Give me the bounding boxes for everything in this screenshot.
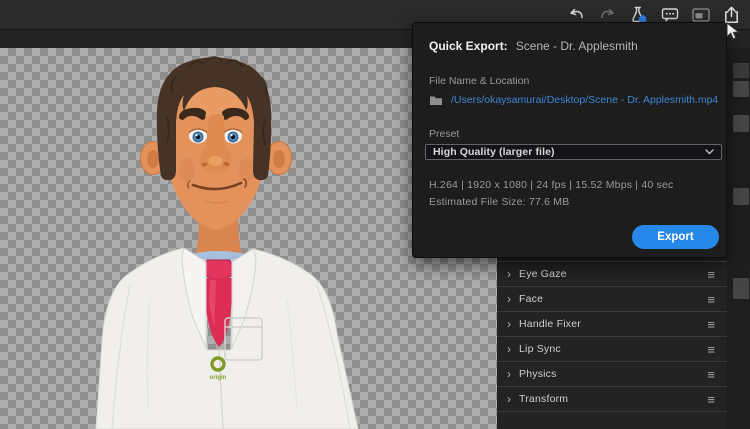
property-row-handle-fixer[interactable]: › Handle Fixer ≡ — [497, 312, 727, 337]
property-label: Handle Fixer — [519, 318, 581, 330]
estimated-file-size: Estimated File Size: 77.6 MB — [429, 196, 570, 208]
strip-block — [733, 63, 749, 78]
file-name-location-label: File Name & Location — [429, 75, 530, 87]
folder-icon — [430, 96, 442, 105]
export-button[interactable]: Export — [632, 225, 719, 249]
menu-lines-icon[interactable]: ≡ — [707, 318, 715, 331]
property-row-transform[interactable]: › Transform ≡ — [497, 387, 727, 412]
property-row-face[interactable]: › Face ≡ — [497, 287, 727, 312]
quick-export-scene-name: Scene - Dr. Applesmith — [515, 39, 638, 53]
preset-dropdown[interactable]: High Quality (larger file) — [425, 144, 722, 160]
quick-export-popup: Quick Export: Scene - Dr. Applesmith Fil… — [412, 22, 727, 258]
chevron-right-icon[interactable]: › — [507, 368, 519, 380]
property-row-physics[interactable]: › Physics ≡ — [497, 362, 727, 387]
menu-lines-icon[interactable]: ≡ — [707, 293, 715, 306]
chevron-right-icon[interactable]: › — [507, 393, 519, 405]
property-label: Lip Sync — [519, 343, 561, 355]
menu-lines-icon[interactable]: ≡ — [707, 368, 715, 381]
property-row-lip-sync[interactable]: › Lip Sync ≡ — [497, 337, 727, 362]
property-label: Face — [519, 293, 544, 305]
right-scroll-strip[interactable] — [727, 48, 750, 429]
strip-block — [733, 278, 749, 299]
strip-block — [733, 188, 749, 205]
chevron-right-icon[interactable]: › — [507, 293, 519, 305]
export-info-line: H.264 | 1920 x 1080 | 24 fps | 15.52 Mbp… — [429, 179, 674, 191]
chevron-right-icon[interactable]: › — [507, 343, 519, 355]
menu-lines-icon[interactable]: ≡ — [707, 343, 715, 356]
chevron-right-icon[interactable]: › — [507, 318, 519, 330]
quick-export-title: Quick Export: — [429, 39, 508, 53]
property-label: Eye Gaze — [519, 268, 567, 280]
strip-block — [733, 81, 749, 97]
property-row-eye-gaze[interactable]: › Eye Gaze ≡ — [497, 262, 727, 287]
menu-lines-icon[interactable]: ≡ — [707, 393, 715, 406]
chevron-down-icon — [705, 149, 714, 155]
file-path-row[interactable]: /Users/okaysamurai/Desktop/Scene - Dr. A… — [429, 94, 718, 106]
preset-label: Preset — [429, 128, 460, 140]
app-window: origin › Eye Gaze ≡ › Face ≡ › Handle Fi… — [0, 0, 750, 429]
chevron-right-icon[interactable]: › — [507, 268, 519, 280]
menu-lines-icon[interactable]: ≡ — [707, 268, 715, 281]
quick-export-title-row: Quick Export: Scene - Dr. Applesmith — [429, 39, 638, 53]
strip-block — [733, 115, 749, 132]
svg-text:origin: origin — [210, 375, 227, 381]
preset-dropdown-value: High Quality (larger file) — [433, 146, 555, 158]
property-label: Transform — [519, 393, 569, 405]
file-path-link[interactable]: /Users/okaysamurai/Desktop/Scene - Dr. A… — [451, 94, 718, 106]
property-label: Physics — [519, 368, 557, 380]
